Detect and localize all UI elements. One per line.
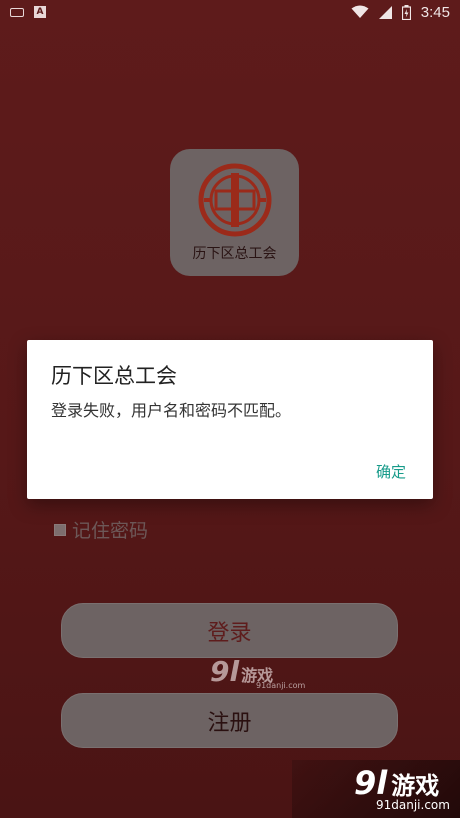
watermark-corner-site: 91danji.com: [376, 798, 450, 812]
dialog-message: 登录失败，用户名和密码不匹配。: [51, 401, 292, 420]
app-logo: 历下区总工会: [170, 149, 299, 276]
dialog-title: 历下区总工会: [51, 364, 177, 388]
remember-checkbox[interactable]: [54, 523, 66, 536]
register-button[interactable]: 注册: [61, 693, 398, 748]
clock: 3:45: [420, 3, 450, 21]
watermark-center-number: 9l: [210, 655, 240, 688]
watermark-center-site: 91danji.com: [256, 681, 306, 690]
wifi-icon: [351, 5, 369, 18]
dialog-ok-button[interactable]: 确定: [376, 461, 406, 482]
logo-label: 历下区总工会: [192, 246, 277, 262]
alert-dialog: 历下区总工会 登录失败，用户名和密码不匹配。 确定: [27, 340, 433, 499]
remember-password[interactable]: 记住密码: [54, 516, 148, 543]
watermark-corner-text: 游戏: [391, 772, 440, 800]
union-emblem-icon: [198, 163, 271, 237]
keyboard-icon: [10, 7, 24, 17]
login-button[interactable]: 登录: [61, 603, 398, 658]
signal-icon: [378, 5, 392, 19]
a-badge-icon: A: [34, 6, 46, 18]
status-bar: A 3:45: [0, 0, 460, 24]
watermark-corner-number: 9l: [354, 764, 388, 802]
remember-label: 记住密码: [72, 520, 149, 542]
battery-icon: [401, 4, 411, 20]
watermark-corner: 9l 游戏: [354, 764, 439, 802]
